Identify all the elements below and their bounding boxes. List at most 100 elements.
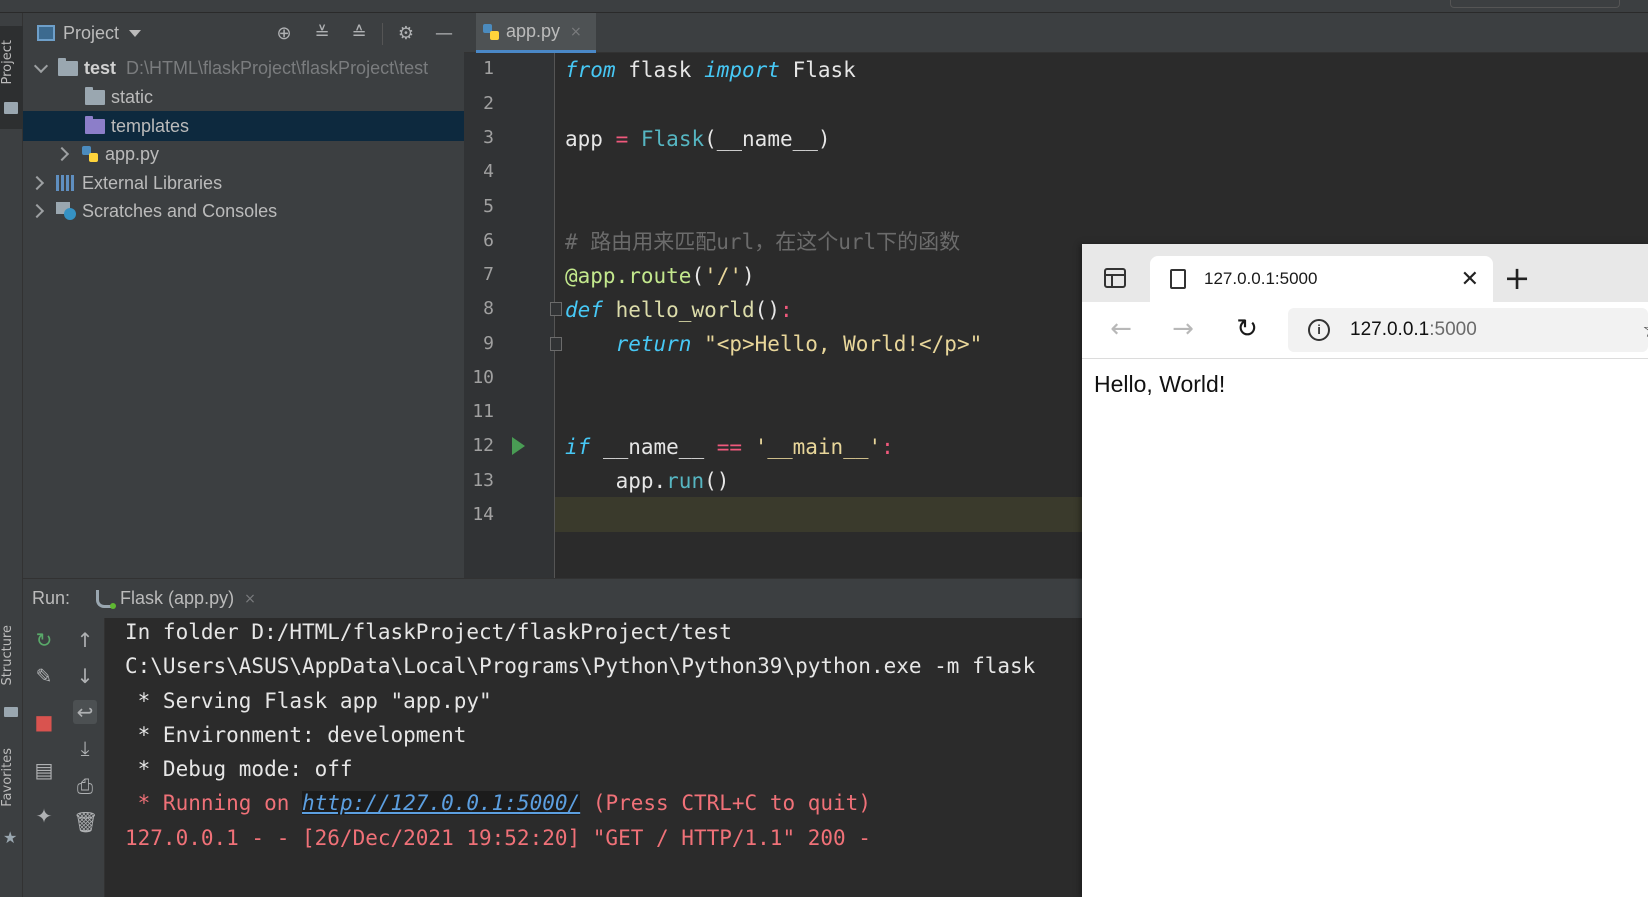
run-gutter-icon[interactable] bbox=[512, 437, 525, 455]
wrench-icon[interactable]: ✎ bbox=[32, 664, 56, 688]
folder-icon bbox=[4, 102, 18, 114]
layout-icon[interactable]: ▤ bbox=[32, 758, 56, 782]
minimize-icon[interactable]: — bbox=[433, 23, 455, 45]
editor-tab-app-py[interactable]: app.py × bbox=[476, 13, 596, 53]
tree-item-label: Scratches and Consoles bbox=[82, 200, 278, 221]
structure-icon bbox=[4, 707, 18, 717]
run-tab-flask[interactable]: Flask (app.py) × bbox=[96, 588, 256, 609]
address-bar[interactable]: i 127.0.0.1:5000 ☆ bbox=[1288, 308, 1648, 352]
tree-item-label: templates bbox=[111, 115, 190, 136]
line-number: 6 bbox=[483, 230, 494, 251]
chevron-right-icon[interactable] bbox=[29, 175, 45, 191]
line-number: 7 bbox=[483, 264, 494, 285]
gear-icon[interactable]: ⚙ bbox=[395, 23, 417, 45]
stripe-structure-label: Structure bbox=[0, 625, 15, 686]
project-panel-header: Project ⊕ ≚ ≙ ⚙ — bbox=[23, 13, 487, 53]
run-toolbar-secondary: ↑ ↓ ↩ ⤓ ⎙ 🗑 bbox=[64, 618, 105, 897]
refresh-icon[interactable]: ↻ bbox=[1232, 314, 1262, 344]
browser-nav-bar: ← → ↻ i 127.0.0.1:5000 ☆ bbox=[1082, 302, 1648, 359]
browser-tab[interactable]: 127.0.0.1:5000 ✕ bbox=[1150, 256, 1493, 302]
console-line: * Serving Flask app "app.py" bbox=[125, 689, 492, 713]
tree-item-label: External Libraries bbox=[82, 172, 223, 193]
editor-tab-label: app.py bbox=[506, 21, 561, 41]
line-number: 3 bbox=[483, 127, 494, 148]
back-arrow-icon[interactable]: ← bbox=[1106, 314, 1136, 344]
tree-item-app-py[interactable]: app.py bbox=[23, 139, 487, 169]
tree-item-scratches[interactable]: Scratches and Consoles bbox=[23, 196, 487, 226]
left-tool-stripe: Project Structure Favorites ★ bbox=[0, 13, 23, 897]
new-tab-button[interactable]: + bbox=[1502, 258, 1532, 298]
running-suffix: (Press CTRL+C to quit) bbox=[580, 791, 871, 815]
line-number: 5 bbox=[483, 196, 494, 217]
run-tab-label: Flask (app.py) bbox=[120, 588, 235, 608]
forward-arrow-icon[interactable]: → bbox=[1168, 314, 1198, 344]
line-number: 2 bbox=[483, 93, 494, 114]
pin-icon[interactable]: ✦ bbox=[32, 804, 56, 828]
code-line-9: return "<p>Hello, World!</p>" bbox=[615, 332, 983, 356]
address-host: 127.0.0.1 bbox=[1350, 319, 1430, 340]
library-icon bbox=[56, 175, 76, 191]
print-icon[interactable]: ⎙ bbox=[73, 774, 97, 798]
scratches-icon bbox=[56, 202, 76, 220]
close-icon[interactable]: ✕ bbox=[1461, 267, 1479, 292]
tree-item-label: static bbox=[111, 86, 154, 107]
trash-icon[interactable]: 🗑 bbox=[73, 810, 98, 834]
tab-actions-icon[interactable] bbox=[1104, 268, 1126, 288]
project-panel-title[interactable]: Project bbox=[63, 23, 119, 44]
code-line-3: app = Flask(__name__) bbox=[565, 127, 831, 151]
header-divider bbox=[382, 23, 383, 45]
code-line-7: @app.route('/') bbox=[565, 264, 755, 288]
rerun-icon[interactable]: ↻ bbox=[32, 628, 56, 652]
tree-item-test[interactable]: test D:\HTML\flaskProject\flaskProject\t… bbox=[23, 53, 487, 83]
browser-tab-bar: 127.0.0.1:5000 ✕ + bbox=[1082, 244, 1648, 302]
expand-all-icon[interactable]: ≚ bbox=[311, 23, 333, 45]
tree-item-static[interactable]: static bbox=[23, 82, 487, 112]
tree-item-templates[interactable]: templates bbox=[23, 111, 487, 141]
chevron-right-icon[interactable] bbox=[54, 146, 70, 162]
run-panel-label: Run: bbox=[32, 588, 71, 608]
line-number: 13 bbox=[472, 470, 494, 491]
project-panel: Project ⊕ ≚ ≙ ⚙ — test D:\HTML\flaskProj… bbox=[23, 13, 487, 607]
fold-marker-icon[interactable] bbox=[550, 337, 562, 351]
star-icon: ★ bbox=[3, 828, 18, 847]
collapse-all-icon[interactable]: ≙ bbox=[348, 23, 370, 45]
fold-marker-icon[interactable] bbox=[550, 302, 562, 316]
add-favorite-star-icon[interactable]: ☆ bbox=[1642, 318, 1648, 343]
stop-icon[interactable]: ■ bbox=[32, 710, 56, 734]
arrow-down-icon[interactable]: ↓ bbox=[73, 664, 97, 688]
info-icon[interactable]: i bbox=[1308, 319, 1330, 341]
line-number: 9 bbox=[483, 333, 494, 354]
page-icon bbox=[1170, 269, 1186, 289]
stripe-project-button[interactable]: Project bbox=[0, 26, 23, 129]
stripe-project-label: Project bbox=[0, 40, 15, 85]
running-url-link[interactable]: http://127.0.0.1:5000/ bbox=[302, 791, 581, 815]
close-icon[interactable]: × bbox=[570, 24, 582, 40]
chevron-down-icon[interactable] bbox=[33, 58, 49, 74]
line-number: 8 bbox=[483, 298, 494, 319]
run-toolbar-primary: ↻ ✎ ■ ▤ ✦ bbox=[23, 618, 64, 897]
run-configuration-widget[interactable] bbox=[1450, 0, 1620, 8]
stripe-favorites-label: Favorites bbox=[0, 748, 15, 807]
scroll-to-end-icon[interactable]: ⤓ bbox=[73, 736, 97, 760]
arrow-up-icon[interactable]: ↑ bbox=[73, 628, 97, 652]
close-icon[interactable]: × bbox=[244, 591, 256, 607]
console-line-running: * Running on http://127.0.0.1:5000/ (Pre… bbox=[125, 786, 871, 820]
code-line-1: from flask import Flask bbox=[565, 58, 856, 82]
console-line: C:\Users\ASUS\AppData\Local\Programs\Pyt… bbox=[125, 654, 1036, 678]
page-paragraph: Hello, World! bbox=[1094, 371, 1226, 397]
browser-window: 127.0.0.1:5000 ✕ + ← → ↻ i 127.0.0.1:500… bbox=[1082, 244, 1648, 897]
soft-wrap-icon[interactable]: ↩ bbox=[73, 700, 97, 724]
stripe-structure-button[interactable]: Structure bbox=[0, 625, 23, 721]
tree-item-external-libraries[interactable]: External Libraries bbox=[23, 168, 487, 198]
chevron-right-icon[interactable] bbox=[29, 203, 45, 219]
stripe-favorites-button[interactable]: Favorites ★ bbox=[0, 748, 23, 848]
chevron-down-icon[interactable] bbox=[129, 29, 142, 37]
target-icon[interactable]: ⊕ bbox=[273, 23, 295, 45]
folder-icon bbox=[85, 115, 105, 134]
tree-item-label: test bbox=[84, 57, 117, 78]
python-file-icon bbox=[482, 23, 500, 41]
browser-tab-title: 127.0.0.1:5000 bbox=[1204, 269, 1318, 288]
tree-item-path: D:\HTML\flaskProject\flaskProject\test bbox=[126, 57, 429, 78]
python-file-icon bbox=[81, 145, 99, 163]
editor-gutter: 1 2 3 4 5 6 7 8 9 10 11 12 13 14 bbox=[464, 53, 555, 578]
